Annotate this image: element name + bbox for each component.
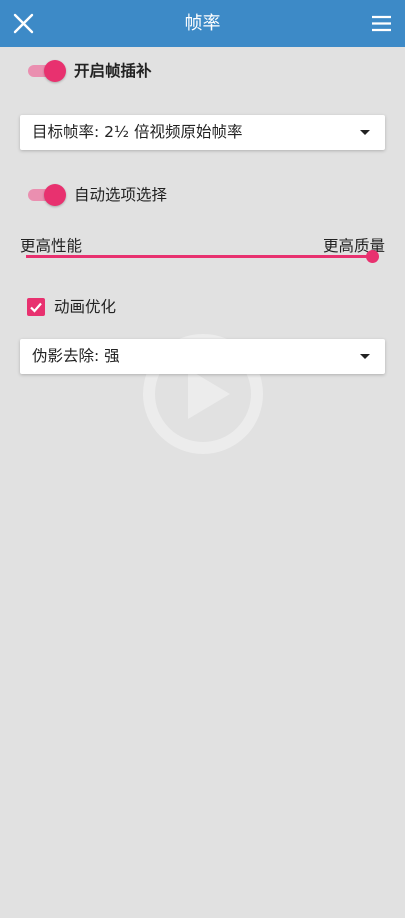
switch-thumb [44,184,66,206]
page-title: 帧率 [184,13,221,34]
auto-select-label: 自动选项选择 [74,186,168,204]
artifact-removal-dropdown[interactable]: 伪影去除: 强 [20,339,385,374]
slider-thumb[interactable] [366,250,379,263]
dropdown-arrow-icon [360,354,370,359]
auto-select-row: 自动选项选择 [0,175,300,215]
frame-interp-label: 开启帧插补 [74,62,152,80]
anim-opt-row: 动画优化 [0,288,300,326]
target-fps-value: 目标帧率: 2½ 倍视频原始帧率 [32,123,243,141]
quality-slider[interactable] [26,250,379,264]
frame-interp-switch[interactable] [26,60,66,82]
check-icon [30,302,42,313]
app-bar: 帧率 [0,0,405,47]
menu-icon [372,15,391,32]
target-fps-dropdown[interactable]: 目标帧率: 2½ 倍视频原始帧率 [20,115,385,150]
slider-rail [26,255,373,258]
anim-opt-checkbox[interactable] [27,298,45,316]
frame-interp-row: 开启帧插补 [0,51,300,91]
anim-opt-label: 动画优化 [54,298,117,316]
dropdown-arrow-icon [360,130,370,135]
auto-select-switch[interactable] [26,184,66,206]
switch-thumb [44,60,66,82]
menu-button[interactable] [358,0,405,47]
artifact-removal-value: 伪影去除: 强 [32,347,120,365]
